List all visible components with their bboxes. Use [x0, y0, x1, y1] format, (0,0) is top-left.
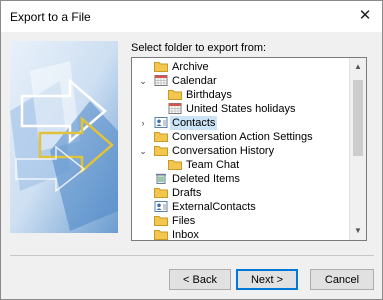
tree-item-archive[interactable]: Archive: [132, 60, 348, 74]
tree-item-inbox[interactable]: Inbox: [132, 228, 348, 241]
tree-item-label: Team Chat: [186, 159, 240, 171]
scroll-down-arrow-icon[interactable]: ▼: [350, 224, 366, 238]
folder-icon: [154, 215, 168, 226]
cancel-button[interactable]: Cancel: [310, 269, 374, 290]
contacts-icon: [154, 201, 168, 212]
folder-icon: [168, 159, 182, 170]
tree-item-team-chat[interactable]: Team Chat: [132, 158, 348, 172]
folder-icon: [154, 131, 168, 142]
title-bar: Export to a File ✕: [1, 1, 382, 32]
folder-select-prompt: Select folder to export from:: [131, 42, 267, 54]
scroll-up-arrow-icon[interactable]: ▲: [350, 60, 366, 74]
tree-item-label: Archive: [172, 61, 209, 73]
export-dialog: Export to a File ✕ Select folder to expo…: [0, 0, 383, 300]
folder-icon: [168, 89, 182, 100]
folder-icon: [154, 145, 168, 156]
trash-icon: [154, 173, 168, 184]
tree-item-contacts[interactable]: › Contacts: [132, 116, 348, 130]
calendar-icon: [154, 75, 168, 86]
back-button[interactable]: < Back: [169, 269, 231, 290]
calendar-icon: [168, 103, 182, 114]
tree-item-birthdays[interactable]: Birthdays: [132, 88, 348, 102]
folder-icon: [154, 229, 168, 240]
window-title: Export to a File: [10, 10, 91, 24]
tree-item-label: Contacts: [170, 116, 218, 130]
tree-item-conversation-history[interactable]: ⌄ Conversation History: [132, 144, 348, 158]
tree-item-calendar[interactable]: ⌄ Calendar: [132, 74, 348, 88]
collapse-chevron-icon[interactable]: ⌄: [138, 145, 148, 157]
tree-item-externalcontacts[interactable]: ExternalContacts: [132, 200, 348, 214]
close-button[interactable]: ✕: [350, 2, 380, 30]
tree-item-label: Inbox: [172, 229, 199, 241]
folder-icon: [154, 61, 168, 72]
scroll-thumb[interactable]: [353, 80, 363, 156]
vertical-scrollbar[interactable]: ▲ ▼: [349, 58, 366, 240]
tree-item-united-states-holidays[interactable]: United States holidays: [132, 102, 348, 116]
collapse-chevron-icon[interactable]: ⌄: [138, 75, 148, 87]
folder-icon: [154, 187, 168, 198]
tree-item-label: Birthdays: [186, 89, 232, 101]
tree-item-label: United States holidays: [186, 103, 296, 115]
tree-item-deleted-items[interactable]: Deleted Items: [132, 172, 348, 186]
tree-item-label: Files: [172, 215, 196, 227]
footer-divider: [10, 255, 374, 256]
tree-item-label: ExternalContacts: [172, 201, 256, 213]
tree-item-label: Drafts: [172, 187, 202, 199]
tree-item-label: Conversation History: [172, 145, 275, 157]
next-button[interactable]: Next >: [236, 269, 298, 290]
folder-tree[interactable]: Archive ⌄ Calendar Birthdays United States h…: [131, 57, 367, 241]
tree-item-conversation-action-settings[interactable]: Conversation Action Settings: [132, 130, 348, 144]
tree-item-label: Conversation Action Settings: [172, 131, 313, 143]
tree-item-label: Calendar: [172, 75, 217, 87]
tree-item-drafts[interactable]: Drafts: [132, 186, 348, 200]
contacts-icon: [154, 117, 168, 128]
tree-item-files[interactable]: Files: [132, 214, 348, 228]
expand-chevron-icon[interactable]: ›: [138, 117, 148, 129]
wizard-banner-image: [10, 41, 118, 233]
tree-item-label: Deleted Items: [172, 173, 240, 185]
